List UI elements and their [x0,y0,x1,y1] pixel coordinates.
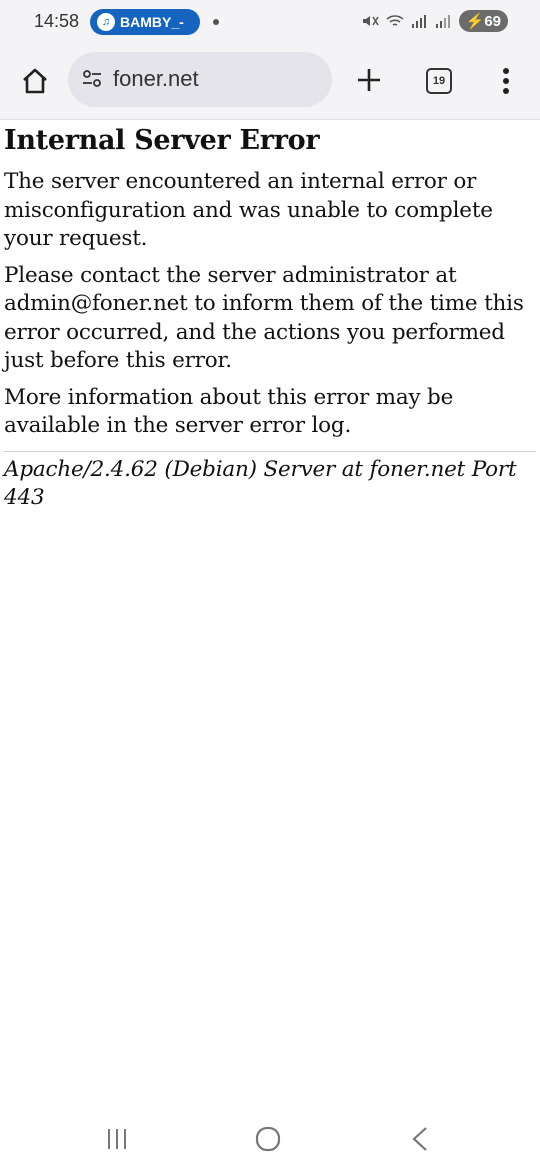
server-signature: Apache/2.4.62 (Debian) Server at foner.n… [4,456,517,511]
url-text: foner.net [113,66,199,91]
media-pill-label: BAMBY_- [120,14,184,30]
recents-icon[interactable] [105,1127,129,1151]
status-icons: ⚡69 [361,10,508,32]
status-bar: 14:58 ♫ BAMBY_- ⚡69 [0,0,540,44]
error-paragraph-2: Please contact the server administrator … [4,262,524,374]
system-nav-bar [0,1110,540,1170]
back-icon[interactable] [408,1126,432,1152]
tab-count: 19 [432,75,446,87]
tab-switcher-button[interactable]: 19 [426,68,452,94]
mute-icon [362,16,379,26]
status-time: 14:58 [34,11,80,31]
error-paragraph-1: The server encountered an internal error… [4,169,493,251]
notification-dot-icon [213,19,219,25]
battery-indicator: ⚡69 [458,10,508,32]
page-content: Internal Server Error The server encount… [4,120,536,513]
plus-icon[interactable] [355,66,383,94]
media-pill[interactable]: ♫ BAMBY_- [90,9,200,35]
address-bar[interactable]: foner.net [68,52,332,107]
more-vert-icon[interactable] [496,64,516,98]
error-paragraph-3: More information about this error may be… [4,384,454,439]
home-icon[interactable] [18,64,52,98]
page-title: Internal Server Error [4,125,320,156]
signal-icon-2 [435,15,450,28]
music-note-icon: ♫ [97,13,115,31]
browser-toolbar: foner.net 19 [0,44,540,120]
tune-icon[interactable] [81,68,103,90]
signal-icon [411,15,426,28]
wifi-icon [386,15,404,26]
battery-level: 69 [484,13,501,30]
divider [4,450,536,452]
home-circle-icon[interactable] [254,1125,282,1153]
